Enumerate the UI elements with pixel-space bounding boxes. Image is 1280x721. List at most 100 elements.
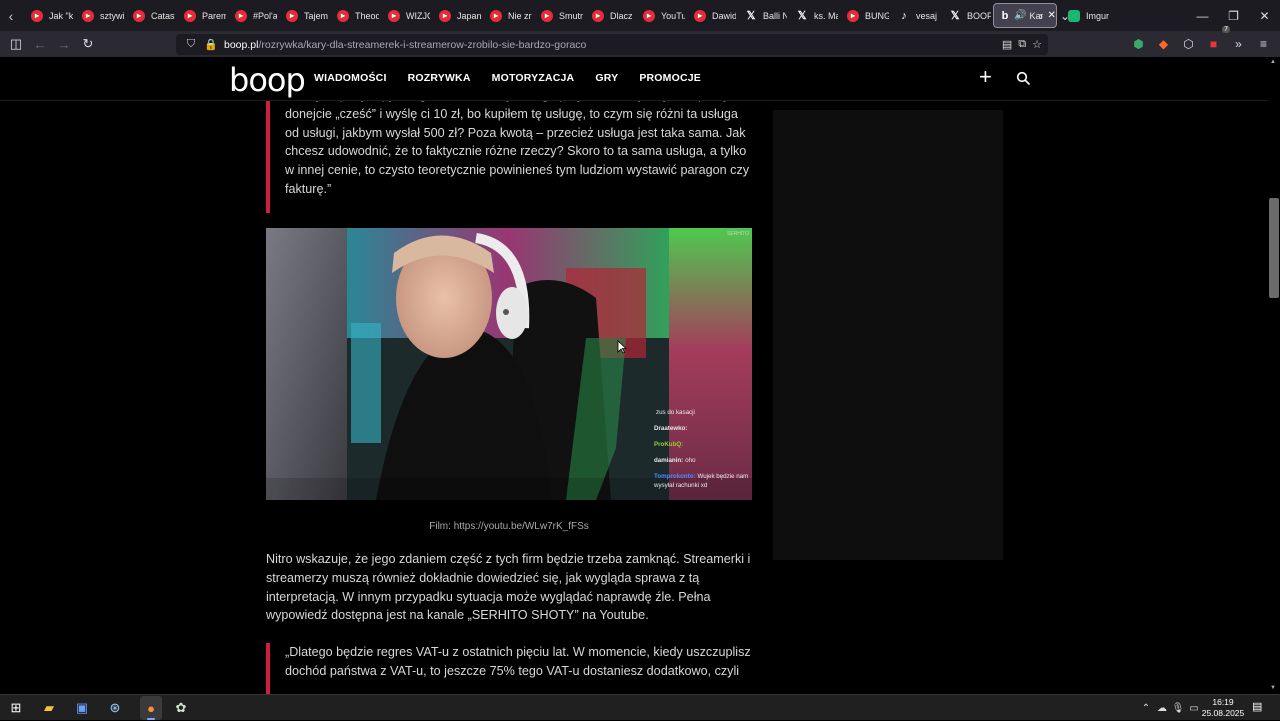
tab-3[interactable]: ▸ Parem [175,0,226,31]
embedded-video[interactable]: SERHITO zus do kasacji Draatewko: ProKubQ:… [266,228,752,500]
scroll-up-icon[interactable]: ▲ [1270,59,1276,65]
search-icon[interactable] [1016,71,1030,85]
remote-desktop-icon[interactable]: ▣ [72,698,92,718]
firefox-icon[interactable]: ● [141,698,161,718]
tab-title: Tajem [304,10,328,21]
youtube-favicon-icon: ▸ [31,9,43,22]
minimize-icon[interactable]: — [1187,0,1218,31]
article-quote: „Dlatego będzie regres VAT-u z ostatnich… [266,643,752,694]
quote-text: „Dlatego będzie regres VAT-u z ostatnich… [285,645,751,678]
tab-title: Nie zr [508,10,532,21]
tray-overflow-icon[interactable]: ⌃ [1140,703,1152,714]
sidebar-ad-placeholder [773,110,1003,560]
extension-fox-icon[interactable]: ◆ [1151,31,1176,57]
nav-link-1[interactable]: ROZRYWKA [408,72,471,84]
chat-username: Draatewko: [654,425,688,432]
tab-14[interactable]: 𝕏 Balli N [736,0,787,31]
system-tray: ⌃ ☁ 🎙 ▭ [1140,695,1202,721]
onedrive-cloud-icon[interactable]: ☁ [1154,703,1170,714]
tab-8[interactable]: ▸ Japan [430,0,481,31]
extensions-puzzle-icon[interactable]: ⬡ [1176,31,1201,57]
overflow-chevron-icon[interactable]: » [1226,31,1251,57]
plus-icon[interactable]: + [979,66,992,88]
tab-15[interactable]: 𝕏ks. Ma [787,0,838,31]
extension-shield-icon[interactable]: ⬢ [1126,31,1151,57]
youtube-favicon-icon: ▸ [847,9,859,22]
chat-username: ProKubQ: [654,441,684,448]
bookmark-star-icon[interactable]: ☆ [1032,38,1042,51]
scroll-thumb[interactable] [1269,198,1279,298]
chat-message: damianin: oho [654,456,750,465]
tab-title: vesaj [916,10,938,21]
youtube-favicon-icon: ▸ [133,9,145,22]
tab-title: YouTu [661,10,685,21]
nav-link-0[interactable]: WIADOMOŚCI [314,72,387,84]
youtube-favicon-icon: ▸ [439,9,451,22]
nav-link-2[interactable]: MOTORYZACJA [492,72,575,84]
navigation-toolbar: ◫ ← → ↻ ⛉ 🔒 boop.pl/rozrywka/kary-dla-st… [0,26,1280,57]
notifications-icon[interactable]: ▤ [1252,700,1262,713]
tracking-protection-shield-icon[interactable]: ⛉ [184,38,198,51]
tab-title: Parem [202,10,226,21]
app-icon[interactable]: ✿ [171,698,191,718]
youtube-favicon-icon: ▸ [337,9,349,22]
tab-18[interactable]: 𝕏 BOOP [940,0,991,31]
scroll-down-icon[interactable]: ▼ [1270,685,1276,691]
tab-1[interactable]: ▸ sztywi [73,0,124,31]
youtube-favicon-icon: ▸ [235,9,247,22]
forward-icon[interactable]: → [52,31,76,57]
tab-0[interactable]: ▸ Jak "k [22,0,73,31]
chat-text: oho [685,457,696,464]
lock-icon[interactable]: 🔒 [204,38,218,51]
tab-9[interactable]: ▸ Nie zr [481,0,532,31]
extension-badge-icon[interactable]: ■ 7 [1201,26,1230,57]
nav-link-4[interactable]: PROMOCJE [639,72,701,84]
tab-10[interactable]: ▸ Smutr [532,0,583,31]
tab-title: Dlacz [610,10,633,21]
tab-16[interactable]: ▸ BUNG [838,0,889,31]
taskbar-clock[interactable]: 16:19 25.08.2025 [1200,697,1246,719]
tab-strip: ‹ ▸ Jak "k ▸ sztywi ▸ Catast ▸ Parem ▸ #Pol'a ▸ Taj… [0,0,1280,31]
reload-icon[interactable]: ↻ [76,31,100,57]
file-explorer-icon[interactable]: ▰ [39,698,59,718]
picture-in-picture-icon[interactable]: ⧉ [1018,38,1026,51]
tab-17[interactable]: ♪ vesaj [889,0,940,31]
tab-title: Japan [457,10,481,21]
tab-12[interactable]: ▸ YouTu [634,0,685,31]
main-navigation: WIADOMOŚCI ROZRYWKA MOTORYZACJA GRY PROMOCJE [314,72,701,84]
url-text[interactable]: boop.pl/rozrywka/kary-dla-streamerek-i-s… [224,39,586,51]
tab-2[interactable]: ▸ Catast [124,0,175,31]
windows-start-icon[interactable]: ⊞ [6,698,26,718]
microphone-icon[interactable]: 🎙 [1170,703,1186,714]
windows-taskbar: ⊞ ▰ ▣ ⊛ ● ✿ ⌃ ☁ 🎙 ▭ 16:19 25.08.2025 ▤ [0,694,1280,720]
youtube-favicon-icon: ▸ [694,9,706,22]
tab-title: Theod [355,10,379,21]
tabs-scroll-right-button[interactable]: › [1029,0,1053,31]
tabs-scroll-left-button[interactable]: ‹ [0,0,22,31]
close-window-icon[interactable]: ✕ [1249,0,1280,31]
back-icon[interactable]: ← [28,31,52,57]
video-caption[interactable]: Film: https://youtu.be/WLw7rK_fFSs [266,521,752,532]
tab-title: Jak "k [49,10,73,21]
tiktok-favicon-icon: ♪ [901,9,907,22]
tab-11[interactable]: ▸ Dlacz [583,0,634,31]
x-favicon-icon: 𝕏 [797,10,807,22]
tab-5[interactable]: ▸ Tajem [277,0,328,31]
url-domain: boop.pl [224,38,259,51]
site-logo[interactable]: boop [229,61,306,99]
tab-7[interactable]: ▸ WIZJO [379,0,430,31]
menu-hamburger-icon[interactable]: ≡ [1251,31,1276,57]
steam-icon[interactable]: ⊛ [105,698,125,718]
page-scrollbar[interactable]: ▲ ▼ [1268,57,1280,694]
reader-view-icon[interactable]: ▤ [1002,38,1012,51]
nav-link-3[interactable]: GRY [595,72,618,84]
sidebar-toggle-icon[interactable]: ◫ [4,31,28,57]
list-all-tabs-icon[interactable]: ⌄ [1053,0,1077,31]
address-bar[interactable]: ⛉ 🔒 boop.pl/rozrywka/kary-dla-streamerek… [176,34,1048,55]
tab-6[interactable]: ▸ Theod [328,0,379,31]
tab-13[interactable]: ▸ Dawid [685,0,736,31]
x-favicon-icon: 𝕏 [746,10,756,22]
tab-4[interactable]: ▸ #Pol'a [226,0,277,31]
speaker-icon[interactable]: 🔊 [1014,10,1026,21]
youtube-favicon-icon: ▸ [184,9,196,22]
